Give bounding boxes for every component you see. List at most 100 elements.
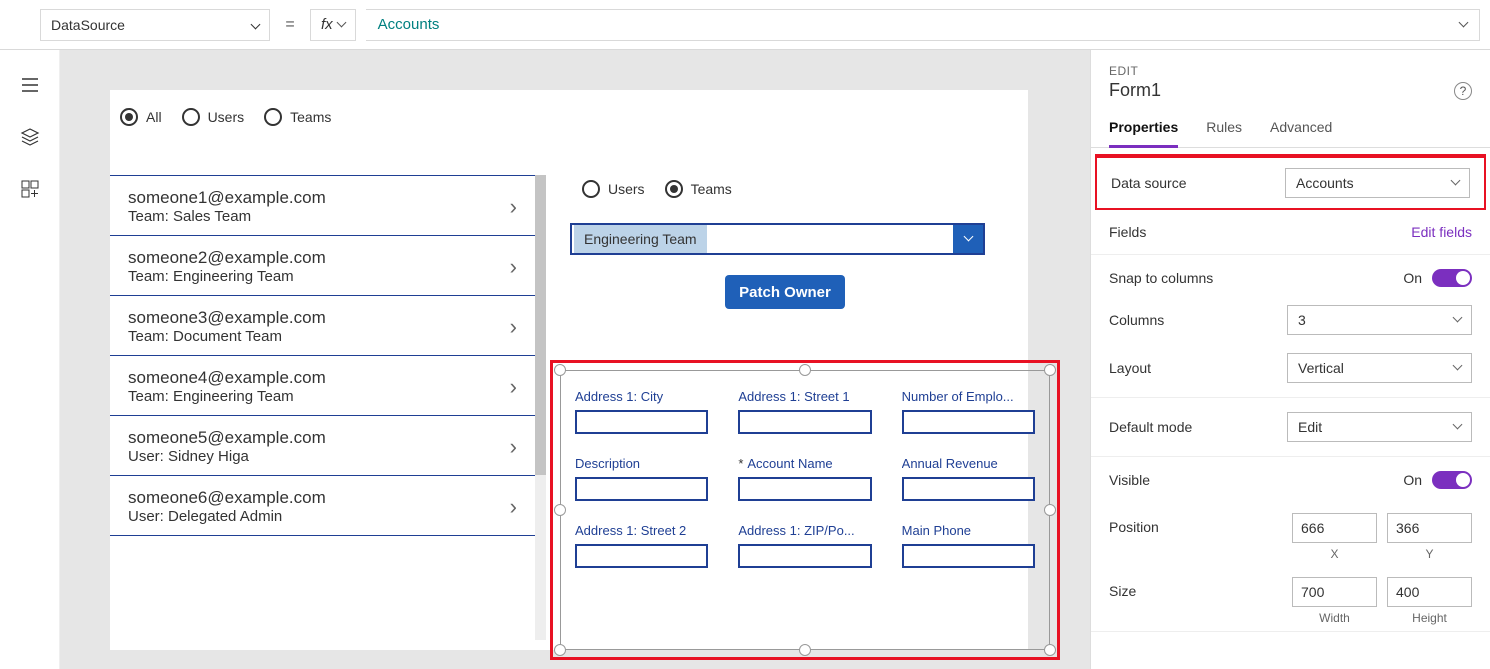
visible-value: On	[1403, 472, 1422, 488]
radio-option[interactable]: Users	[182, 108, 245, 126]
fx-label: fx	[321, 16, 333, 33]
size-height-input[interactable]: 400	[1387, 577, 1472, 607]
radio-icon	[665, 180, 683, 198]
patch-owner-button[interactable]: Patch Owner	[725, 275, 845, 309]
layers-icon[interactable]	[20, 127, 40, 147]
field-input[interactable]	[902, 477, 1035, 501]
panel-mode-label: EDIT	[1109, 64, 1472, 78]
team-dropdown[interactable]: Engineering Team	[570, 223, 985, 255]
field-input[interactable]	[575, 410, 708, 434]
field-label: Description	[575, 456, 708, 471]
form-field: Address 1: ZIP/Po...	[738, 523, 871, 568]
field-label: *Account Name	[738, 456, 871, 471]
radio-option[interactable]: Teams	[264, 108, 331, 126]
visible-row: Visible On	[1091, 457, 1490, 503]
item-subtitle: Team: Engineering Team	[128, 268, 326, 285]
radio-icon	[582, 180, 600, 198]
default-mode-dropdown[interactable]: Edit	[1287, 412, 1472, 442]
form-field: Address 1: City	[575, 389, 708, 434]
field-input[interactable]	[902, 544, 1035, 568]
edit-fields-link[interactable]: Edit fields	[1411, 224, 1472, 240]
form-field: Number of Emplo...	[902, 389, 1035, 434]
formula-bar: DataSource = fx Accounts	[0, 0, 1490, 50]
radio-option[interactable]: Teams	[665, 180, 732, 198]
fx-button[interactable]: fx	[310, 9, 356, 41]
radio-option[interactable]: Users	[582, 180, 645, 198]
field-input[interactable]	[738, 477, 871, 501]
resize-handle[interactable]	[1044, 364, 1056, 376]
item-subtitle: User: Delegated Admin	[128, 508, 326, 525]
chevron-down-icon	[1452, 177, 1459, 189]
field-input[interactable]	[575, 544, 708, 568]
chevron-right-icon: ›	[510, 434, 517, 460]
resize-handle[interactable]	[554, 364, 566, 376]
help-icon[interactable]: ?	[1454, 82, 1472, 100]
field-input[interactable]	[738, 544, 871, 568]
formula-input[interactable]: Accounts	[366, 9, 1480, 41]
position-x-input[interactable]: 666	[1292, 513, 1377, 543]
radio-option[interactable]: All	[120, 108, 162, 126]
radio-label: Users	[608, 181, 645, 197]
snap-label: Snap to columns	[1109, 270, 1213, 286]
gallery-item[interactable]: someone6@example.com User: Delegated Adm…	[110, 476, 535, 536]
item-email: someone2@example.com	[128, 248, 326, 268]
hamburger-icon[interactable]	[20, 75, 40, 95]
resize-handle[interactable]	[554, 644, 566, 656]
chevron-down-icon	[252, 17, 259, 33]
resize-handle[interactable]	[1044, 504, 1056, 516]
radio-icon	[264, 108, 282, 126]
resize-handle[interactable]	[799, 364, 811, 376]
item-email: someone6@example.com	[128, 488, 326, 508]
chevron-right-icon: ›	[510, 374, 517, 400]
field-input[interactable]	[575, 477, 708, 501]
gallery-item[interactable]: someone5@example.com User: Sidney Higa ›	[110, 416, 535, 476]
form-field: Address 1: Street 2	[575, 523, 708, 568]
position-label: Position	[1109, 513, 1159, 535]
layout-dropdown[interactable]: Vertical	[1287, 353, 1472, 383]
gallery-item[interactable]: someone4@example.com Team: Engineering T…	[110, 356, 535, 416]
layout-label: Layout	[1109, 360, 1151, 376]
radio-label: Teams	[691, 181, 732, 197]
canvas-area[interactable]: All Users Teams someone1@example.com Team:…	[60, 50, 1090, 669]
field-input[interactable]	[738, 410, 871, 434]
chevron-down-icon	[1454, 314, 1461, 326]
resize-handle[interactable]	[799, 644, 811, 656]
field-input[interactable]	[902, 410, 1035, 434]
position-y-input[interactable]: 366	[1387, 513, 1472, 543]
gallery-item[interactable]: someone1@example.com Team: Sales Team ›	[110, 175, 535, 236]
resize-handle[interactable]	[1044, 644, 1056, 656]
columns-dropdown[interactable]: 3	[1287, 305, 1472, 335]
item-subtitle: Team: Engineering Team	[128, 388, 326, 405]
form-field: Description	[575, 456, 708, 501]
chevron-down-icon	[338, 19, 345, 31]
tab-advanced[interactable]: Advanced	[1270, 113, 1332, 147]
tab-rules[interactable]: Rules	[1206, 113, 1242, 147]
form1-selection[interactable]: Address 1: City Address 1: Street 1 Numb…	[550, 360, 1060, 660]
resize-handle[interactable]	[554, 504, 566, 516]
radio-icon	[182, 108, 200, 126]
gallery-item[interactable]: someone3@example.com Team: Document Team…	[110, 296, 535, 356]
item-subtitle: Team: Sales Team	[128, 208, 326, 225]
width-label: Width	[1319, 611, 1350, 631]
chevron-down-icon	[965, 233, 972, 245]
form1: Address 1: City Address 1: Street 1 Numb…	[560, 370, 1050, 650]
property-selector[interactable]: DataSource	[40, 9, 270, 41]
tab-properties[interactable]: Properties	[1109, 113, 1178, 148]
dropdown-value: Engineering Team	[574, 225, 707, 253]
insert-icon[interactable]	[20, 179, 40, 199]
size-width-input[interactable]: 700	[1292, 577, 1377, 607]
default-mode-label: Default mode	[1109, 419, 1192, 435]
field-label: Address 1: ZIP/Po...	[738, 523, 871, 538]
default-mode-row: Default mode Edit	[1091, 398, 1490, 457]
gallery-scrollbar[interactable]	[535, 175, 546, 640]
snap-toggle[interactable]	[1432, 269, 1472, 287]
chevron-down-icon	[1454, 421, 1461, 433]
radio-icon	[120, 108, 138, 126]
gallery-item[interactable]: someone2@example.com Team: Engineering T…	[110, 236, 535, 296]
data-source-dropdown[interactable]: Accounts	[1285, 168, 1470, 198]
fields-row: Fields Edit fields	[1091, 210, 1490, 255]
scrollbar-thumb[interactable]	[535, 175, 546, 475]
item-email: someone4@example.com	[128, 368, 326, 388]
dropdown-button[interactable]	[953, 225, 983, 253]
visible-toggle[interactable]	[1432, 471, 1472, 489]
